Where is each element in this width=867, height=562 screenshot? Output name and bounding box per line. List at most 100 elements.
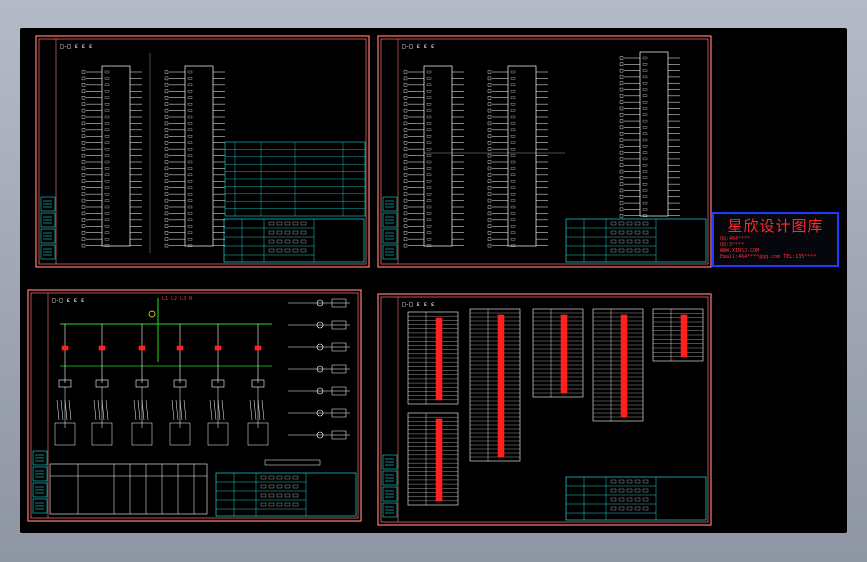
io-terminal xyxy=(403,179,408,183)
io-terminal xyxy=(487,70,492,74)
io-terminal xyxy=(164,108,169,113)
io-terminal xyxy=(403,173,408,177)
motor-branch xyxy=(131,324,153,446)
io-terminal xyxy=(164,76,169,81)
io-pin-label xyxy=(187,96,193,99)
title-block-glyph xyxy=(260,475,267,480)
io-terminal xyxy=(403,128,408,132)
io-terminal xyxy=(403,231,408,235)
relay-contact xyxy=(93,399,97,421)
io-pin-label xyxy=(187,237,193,241)
branch-fuse xyxy=(254,345,262,351)
title-block-glyph xyxy=(610,479,617,484)
parameter-highlight xyxy=(497,314,505,458)
motor-branch xyxy=(54,324,76,446)
title-block-glyph xyxy=(634,506,641,511)
io-pin-label xyxy=(426,115,432,119)
io-pin-label xyxy=(187,122,193,125)
io-terminal xyxy=(619,106,624,111)
title-block-glyph xyxy=(268,239,275,244)
io-pin-label xyxy=(510,160,516,164)
relay-contact xyxy=(101,399,105,421)
io-terminal xyxy=(487,108,492,113)
io-terminal xyxy=(619,176,624,180)
io-pin-label xyxy=(187,160,193,164)
io-terminal xyxy=(619,87,624,92)
title-block-glyph xyxy=(292,493,299,498)
parameter-table xyxy=(652,308,704,362)
io-terminal xyxy=(81,153,86,158)
io-pin-label xyxy=(510,231,516,234)
io-pin-label xyxy=(510,199,516,202)
io-pin-label xyxy=(642,94,648,97)
io-pin-label xyxy=(104,212,110,215)
io-terminal xyxy=(487,153,492,158)
branch-fuse xyxy=(214,345,222,351)
cad-drawing-canvas[interactable]: □-□ ε ε ε □-□ ε ε ε □-□ ε ε ε □-□ ε ε ε L1 … xyxy=(20,28,847,533)
io-pin-label xyxy=(187,225,193,228)
title-block-glyph xyxy=(260,484,267,489)
title-block-glyph xyxy=(284,239,291,244)
title-block-glyph xyxy=(626,497,633,502)
io-pin-label xyxy=(510,141,516,144)
io-terminal xyxy=(81,211,86,216)
io-terminal xyxy=(403,186,408,190)
relay-contact xyxy=(97,399,101,421)
title-block-glyph xyxy=(284,502,291,507)
motor-branch xyxy=(169,324,191,446)
io-pin-label xyxy=(187,180,193,183)
io-pin-label xyxy=(426,231,432,234)
title-block-glyph xyxy=(268,502,275,507)
io-terminal xyxy=(81,231,86,235)
parameter-table xyxy=(592,308,644,422)
io-pin-label xyxy=(104,90,110,93)
watermark-line-4: Email:464****@qq.com TEL:135**** xyxy=(720,254,817,260)
io-terminal xyxy=(81,166,86,171)
title-block-frame xyxy=(565,218,707,263)
io-pin-label xyxy=(104,109,110,112)
io-pin-label xyxy=(187,231,193,234)
io-terminal xyxy=(487,141,492,145)
io-pin-label xyxy=(187,102,193,106)
io-pin-label xyxy=(642,183,648,186)
io-terminal xyxy=(81,198,86,203)
io-terminal xyxy=(164,218,169,222)
io-terminal xyxy=(81,147,86,151)
io-terminal xyxy=(403,211,408,216)
io-pin-label xyxy=(104,199,110,202)
io-pin-label xyxy=(510,102,516,106)
io-pin-label xyxy=(426,90,432,93)
io-pin-label xyxy=(510,192,516,196)
title-block-glyph xyxy=(276,484,283,489)
io-pin-label xyxy=(426,218,432,222)
io-pin-label xyxy=(426,199,432,202)
title-block-glyph xyxy=(626,221,633,226)
relay-contact xyxy=(217,399,221,421)
title-block-glyph xyxy=(284,221,291,226)
relay-contact xyxy=(257,399,261,421)
io-terminal xyxy=(619,150,624,155)
io-pin-label xyxy=(426,225,432,228)
io-terminal xyxy=(164,224,169,228)
io-terminal xyxy=(619,163,624,167)
io-pin-label xyxy=(642,63,648,66)
branch-fuse xyxy=(176,345,184,351)
io-terminal xyxy=(403,141,408,145)
sheet-inner-border xyxy=(38,38,367,265)
io-terminal xyxy=(487,192,492,196)
io-terminal xyxy=(164,243,169,248)
io-pin-label xyxy=(510,205,516,209)
io-terminal xyxy=(619,62,624,67)
io-pin-label xyxy=(104,218,110,222)
watermark-stamp: 星欣设计图库 QQ:464**** QQ:3**** WWW.XINSJ.COM… xyxy=(712,212,839,267)
io-terminal xyxy=(487,147,492,151)
parameter-highlight xyxy=(620,314,628,418)
io-terminal xyxy=(487,128,492,132)
io-terminal xyxy=(619,75,624,79)
io-pin-label xyxy=(510,77,516,80)
io-pin-label xyxy=(642,69,648,72)
title-block-frame xyxy=(215,472,357,517)
relay-contact xyxy=(105,399,109,421)
cad-viewport[interactable]: □-□ ε ε ε □-□ ε ε ε □-□ ε ε ε □-□ ε ε ε L1 … xyxy=(20,28,847,533)
io-terminal xyxy=(164,96,169,100)
